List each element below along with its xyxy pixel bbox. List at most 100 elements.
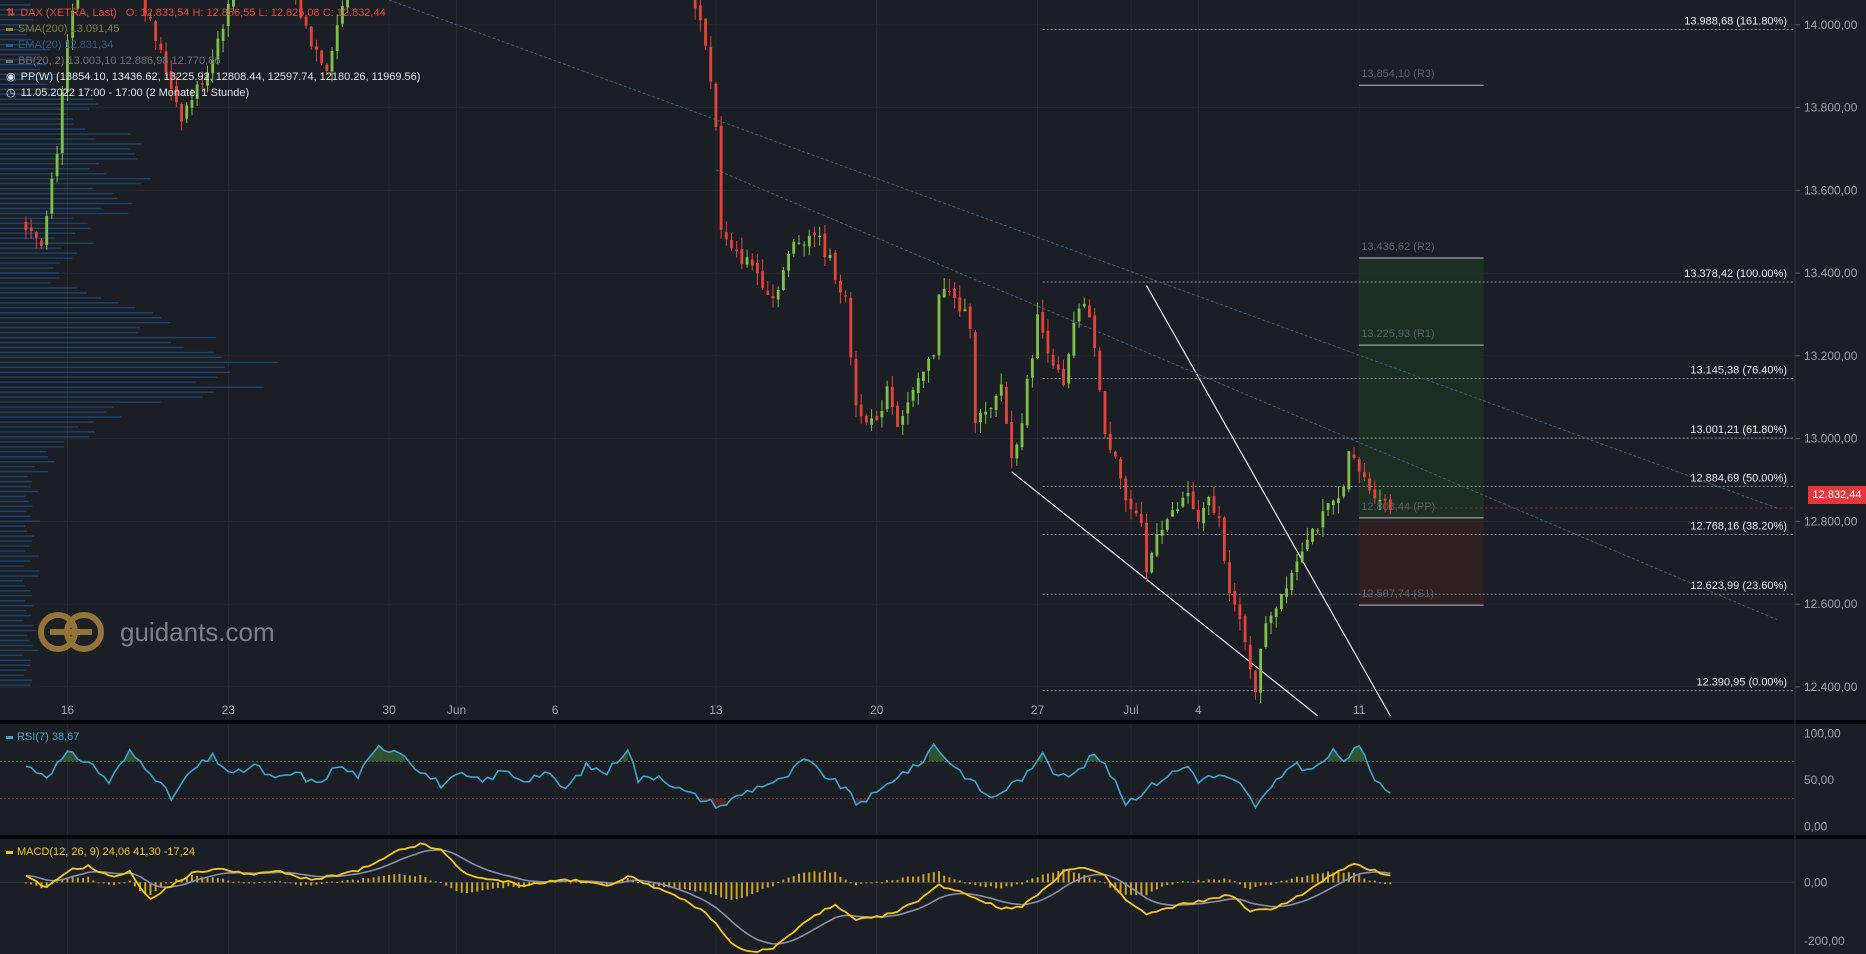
candle-body [730, 239, 733, 249]
macd-histogram-bar [1280, 880, 1283, 883]
candle-body [1217, 516, 1221, 519]
macd-histogram-bar [813, 871, 816, 883]
candle-body [885, 386, 889, 410]
candle-body [180, 103, 184, 122]
candle-body [1269, 615, 1273, 623]
candle-body [1305, 539, 1309, 550]
sma-label: SMA(200) 13.091,45 [18, 23, 120, 35]
time-tick-label: 13 [709, 703, 723, 717]
candle-body [890, 386, 894, 408]
volume-profile-bar [0, 321, 171, 324]
macd-histogram-bar [434, 881, 437, 883]
candle-body [24, 221, 28, 231]
macd-histogram-bar [398, 874, 401, 883]
candle-body [906, 402, 910, 414]
volume-profile-bar [0, 197, 118, 200]
macd-histogram-bar [372, 877, 375, 883]
legend-ema[interactable]: EMA(20) 12.831,34 [6, 37, 420, 53]
macd-tick-label: 0,00 [1804, 875, 1828, 889]
macd-histogram-bar [1238, 882, 1241, 885]
candle-body [745, 257, 749, 265]
macd-histogram-bar [216, 877, 219, 883]
last-price-tag: 12.832,44 [1808, 486, 1866, 504]
legend-pp[interactable]: ◉ PP(W) (13854.10, 13436.62, 13225.92, 1… [6, 69, 420, 85]
macd-histogram-bar [331, 881, 334, 883]
candle-body [875, 416, 879, 421]
macd-legend[interactable]: MACD(12, 26, 9) 24,06 41,30 -17,24 [6, 846, 195, 858]
macd-value-label: MACD(12, 26, 9) 24,06 41,30 -17,24 [17, 846, 195, 858]
candle-body [693, 0, 697, 9]
volume-profile-bar [0, 535, 35, 537]
macd-histogram-bar [854, 882, 857, 886]
volume-profile-bar [0, 356, 222, 359]
volume-profile-bar [0, 426, 79, 428]
volume-profile-bar [0, 540, 32, 542]
macd-histogram-bar [1244, 882, 1247, 888]
macd-histogram-bar [263, 881, 266, 883]
macd-histogram-bar [341, 880, 344, 883]
macd-histogram-bar [860, 882, 863, 884]
bb-label: BB(20, 2) 13.003,10 12.886,98 12.770,86 [18, 55, 221, 67]
candle-body [1025, 378, 1029, 426]
macd-histogram-bar [113, 882, 116, 885]
period-label: 11.05.2022 17:00 - 17:00 (2 Monate, 1 St… [20, 87, 250, 99]
price-tick-label: 13.200,00 [1804, 349, 1858, 363]
macd-histogram-bar [875, 881, 878, 883]
volume-profile-bar [0, 217, 73, 220]
macd-histogram-bar [963, 882, 966, 884]
candle-body [1171, 510, 1174, 517]
macd-histogram-bar [1119, 882, 1122, 893]
volume-profile-bar [0, 341, 171, 344]
macd-histogram-bar [1140, 882, 1143, 895]
macd-histogram-bar [1301, 877, 1304, 883]
candle-body [1020, 423, 1024, 448]
volume-profile-bar [0, 326, 141, 329]
macd-histogram-bar [460, 882, 463, 893]
candle-body [911, 389, 915, 401]
macd-histogram-bar [253, 882, 256, 884]
macd-histogram-bar [683, 882, 686, 889]
pivot-label: 13.436,62 (R2) [1361, 241, 1434, 253]
candle-body [1098, 350, 1102, 390]
ohlc-values: O: 12.833,54 H: 12.856,55 L: 12.825,08 C… [125, 7, 386, 19]
candle-body [932, 355, 936, 357]
candle-body [864, 415, 868, 423]
candle-body [870, 418, 873, 425]
rsi-legend[interactable]: RSI(7) 38,67 [6, 731, 79, 743]
legend-bb[interactable]: BB(20, 2) 13.003,10 12.886,98 12.770,86 [6, 53, 420, 69]
volume-profile-bar [0, 277, 60, 279]
candle-body [958, 297, 962, 312]
volume-profile-bar [0, 222, 88, 225]
candle-body [1243, 616, 1247, 643]
macd-histogram-bar [1021, 882, 1024, 885]
macd-histogram-bar [782, 879, 785, 883]
chart-canvas[interactable]: 13.988,68 (161.80%) 13.378,42 (100.00%) 13… [0, 0, 1866, 954]
macd-histogram-bar [476, 882, 479, 892]
volume-profile-bar [0, 460, 55, 463]
legend-period[interactable]: ◷ 11.05.2022 17:00 - 17:00 (2 Monate, 1 … [6, 85, 420, 101]
volume-profile-bar [0, 595, 33, 597]
macd-histogram-bar [356, 880, 359, 883]
candle-body [50, 178, 54, 214]
pp-label: PP(W) (13854.10, 13436.62, 13225.92, 128… [20, 71, 421, 83]
volume-profile-bar [0, 510, 27, 513]
volume-profile-bar [0, 307, 136, 309]
macd-histogram-bar [1031, 878, 1034, 883]
macd-histogram-bar [1202, 881, 1205, 883]
legend-instrument[interactable]: ⇅ DAX (XETRA, Last) O: 12.833,54 H: 12.8… [6, 5, 420, 21]
legend-sma[interactable]: SMA(200) 13.091,45 [6, 21, 420, 37]
candle-body [1134, 510, 1138, 514]
time-tick-label: Jul [1123, 703, 1138, 717]
volume-profile-bar [0, 262, 61, 264]
macd-histogram-bar [637, 882, 640, 884]
candle-body [1300, 551, 1304, 563]
macd-histogram-bar [1254, 882, 1257, 887]
macd-histogram-bar [1223, 878, 1226, 883]
candle-body [704, 18, 707, 46]
candle-body [1378, 499, 1382, 502]
volume-profile-bar [0, 113, 67, 115]
price-tick-label: 12.600,00 [1804, 597, 1858, 611]
time-tick-label: 16 [61, 703, 75, 717]
macd-histogram-bar [1389, 882, 1392, 885]
macd-histogram-bar [1150, 882, 1153, 892]
